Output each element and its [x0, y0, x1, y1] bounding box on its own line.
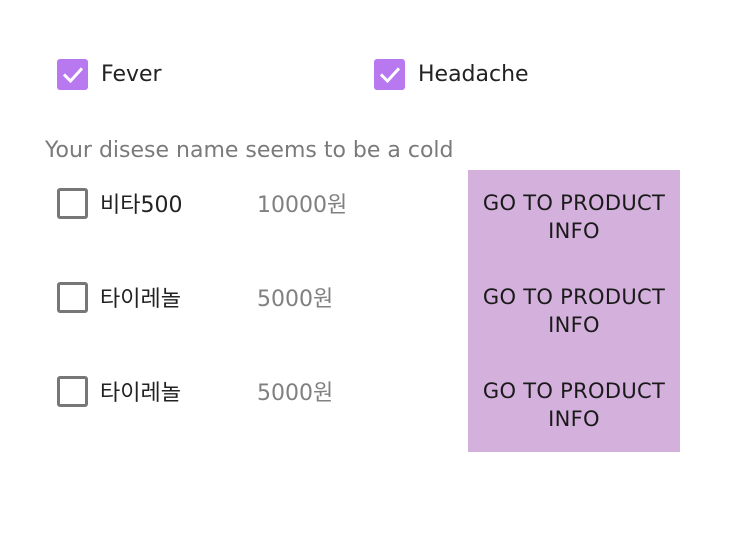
symptom-fever[interactable]: Fever	[57, 59, 162, 90]
headache-label: Headache	[418, 62, 529, 87]
fever-label: Fever	[101, 62, 162, 87]
product-price: 5000원	[257, 381, 334, 406]
fever-checkbox[interactable]	[57, 59, 88, 90]
checkmark-icon	[62, 66, 83, 83]
product-row: 비타500 10000원	[57, 187, 347, 219]
symptom-headache[interactable]: Headache	[374, 59, 529, 90]
product-checkbox[interactable]	[57, 375, 88, 407]
product-checkbox[interactable]	[57, 187, 88, 219]
product-checkbox[interactable]	[57, 281, 88, 313]
product-price: 10000원	[257, 193, 348, 218]
product-name: 타이레놀	[100, 287, 181, 312]
product-name: 타이레놀	[100, 381, 181, 406]
product-row: 타이레놀 5000원	[57, 281, 333, 313]
go-to-product-info-button[interactable]: GO TO PRODUCT INFO	[468, 358, 680, 452]
go-to-product-info-button[interactable]: GO TO PRODUCT INFO	[468, 170, 680, 264]
diagnosis-text: Your disese name seems to be a cold	[45, 138, 454, 163]
product-row: 타이레놀 5000원	[57, 375, 333, 407]
product-price: 5000원	[257, 287, 334, 312]
go-to-product-info-button[interactable]: GO TO PRODUCT INFO	[468, 264, 680, 358]
product-name: 비타500	[100, 193, 183, 218]
checkmark-icon	[379, 66, 400, 83]
headache-checkbox[interactable]	[374, 59, 405, 90]
